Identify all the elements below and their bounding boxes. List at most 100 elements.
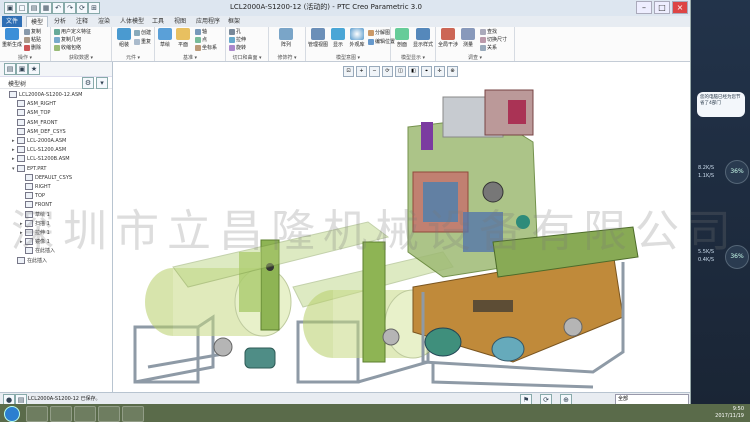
tab-annotate[interactable]: 注释 [72,16,92,27]
taskbar-media-icon[interactable] [50,406,72,422]
folder-browser-icon[interactable]: ▣ [16,63,28,75]
notification-bubble[interactable]: 您的电脑已经为您节省了4部门 [697,92,745,117]
maximize-button[interactable]: □ [654,1,670,14]
measure-button[interactable]: 测量 [458,28,478,48]
tree-item[interactable]: DEFAULT_CSYS [20,173,73,183]
tree-item-label: DEFAULT_CSYS [35,174,73,181]
tree-item-label: ASM_FRONT [27,119,58,126]
sketch-button[interactable]: 草绘 [155,28,175,48]
display-button[interactable]: 显示 [328,28,348,48]
shrinkwrap-button[interactable]: 收缩包络 [54,44,81,51]
cpu-widget[interactable]: 36% [725,160,749,184]
open-file-icon[interactable]: ▤ [28,2,40,14]
find-button[interactable]: 查找 [480,28,497,35]
global-interference-button[interactable]: 全局干涉 [436,28,460,48]
tree-item-label: RIGHT [35,184,51,190]
regenerate-icon[interactable]: ⟳ [76,2,88,14]
minimize-button[interactable]: – [636,1,652,14]
system-clock[interactable]: 9:50 2017/11/19 [715,406,744,420]
tab-applications[interactable]: 应用程序 [192,16,224,27]
tab-view[interactable]: 视图 [170,16,190,27]
udf-icon [54,28,60,35]
revolve-button[interactable]: 旋转 [229,44,246,51]
tab-render[interactable]: 渲染 [94,16,114,27]
tab-tools[interactable]: 工具 [148,16,168,27]
repeat-button[interactable]: 重复 [134,38,151,45]
save-icon[interactable]: ▦ [40,2,52,14]
tree-item[interactable]: ASM_FRONT [12,118,58,128]
tree-item[interactable]: LCL2000A-S1200-12.ASM [4,91,82,100]
regenerate-button[interactable]: 重新生成 [2,28,22,48]
group-datum: 草绘 平面 轴 点 坐标系 基准 ▾ [155,27,226,61]
tree-item[interactable]: ASM_TOP [12,109,50,118]
extrude-button[interactable]: 拉伸 [229,36,246,43]
create-button[interactable]: 创建 [134,29,151,36]
tab-file[interactable]: 文件 [2,16,23,27]
undo-icon[interactable]: ↶ [52,2,64,14]
manage-views-button[interactable]: 管理视图 [306,28,330,48]
tree-settings-icon[interactable]: ⚙ [82,77,94,89]
tree-item[interactable]: ASM_DEF_CSYS [12,127,66,137]
favorites-icon[interactable]: ★ [28,63,40,75]
exploded-view-button[interactable]: 分解图 [368,29,390,36]
udf-button[interactable]: 用户定义特征 [54,28,91,35]
model-tree-tab-icon[interactable]: ▤ [4,63,16,75]
plane-icon [176,28,190,40]
tree-item[interactable]: ▾ EPT.PRT [12,164,46,174]
display-style-button[interactable]: 显示样式 [413,28,433,48]
clock-date: 2017/11/19 [715,413,744,419]
tree-item[interactable]: ▸ LCL-S1200B.ASM [12,155,70,164]
section-button[interactable]: 剖面 [392,28,412,48]
redo-icon[interactable]: ↷ [64,2,76,14]
feature-icon [17,127,25,135]
tab-framework[interactable]: 框架 [224,16,244,27]
copy-icon [24,28,30,35]
model-tree-title: 模型树 [8,81,27,88]
feature-icon [25,173,33,181]
window-icon[interactable]: ⊞ [88,2,100,14]
tree-item[interactable]: ▸ LCL-2000A.ASM [12,137,66,146]
relations-icon [480,44,486,51]
tree-item-label: ASM_RIGHT [27,101,57,108]
plane-button[interactable]: 平面 [173,28,193,48]
group-cuts-surfaces: 孔 拉伸 旋转 切口和曲面 ▾ [226,27,269,61]
tab-manikin[interactable]: 人体模型 [116,16,148,27]
assemble-button[interactable]: 组装 [114,28,134,48]
csys-button[interactable]: 坐标系 [195,44,217,51]
feature-icon [17,118,25,126]
sketch-icon [158,28,172,40]
tree-filter-icon[interactable]: ▾ [96,77,108,89]
point-button[interactable]: 点 [195,36,207,43]
group-label-model-display: 模型显示 ▾ [400,55,426,61]
axis-icon [195,28,201,35]
tree-item-label: LCL-S1200.ASM [27,147,67,154]
start-button[interactable] [4,406,20,422]
group-model-display: 剖面 显示样式 模型显示 ▾ [391,27,436,61]
copy-button[interactable]: 复制 [24,28,41,35]
close-button[interactable]: × [672,1,688,14]
feature-icon [17,109,25,117]
tree-item[interactable]: ASM_RIGHT [12,100,56,109]
taskbar-qq-icon[interactable] [98,406,120,422]
taskbar-explorer-icon[interactable] [26,406,48,422]
paste-icon [24,36,30,43]
revolve-icon [229,44,235,51]
relations-button[interactable]: 关系 [480,44,497,51]
hole-button[interactable]: 孔 [229,28,241,35]
new-file-icon[interactable]: □ [16,2,28,14]
delete-button[interactable]: 删除 [24,44,41,51]
tree-item[interactable]: ▸ LCL-S1200.ASM [12,146,66,155]
switch-dimensions-button[interactable]: 切换尺寸 [480,36,507,43]
appearance-gallery-button[interactable]: 外观库 [346,28,368,48]
taskbar-creo-icon[interactable] [122,406,144,422]
group-label-datum: 基准 ▾ [182,55,198,61]
csys-icon [195,44,201,51]
copy-geom-button[interactable]: 复制几何 [54,36,81,43]
group-label-component: 元件 ▾ [125,55,141,61]
taskbar-browser-icon[interactable] [74,406,96,422]
tab-analysis[interactable]: 分析 [50,16,70,27]
paste-button[interactable]: 粘贴 [24,36,41,43]
axis-button[interactable]: 轴 [195,28,207,35]
tree-item[interactable]: RIGHT [20,183,51,192]
pattern-button[interactable]: 阵列 [276,28,296,48]
